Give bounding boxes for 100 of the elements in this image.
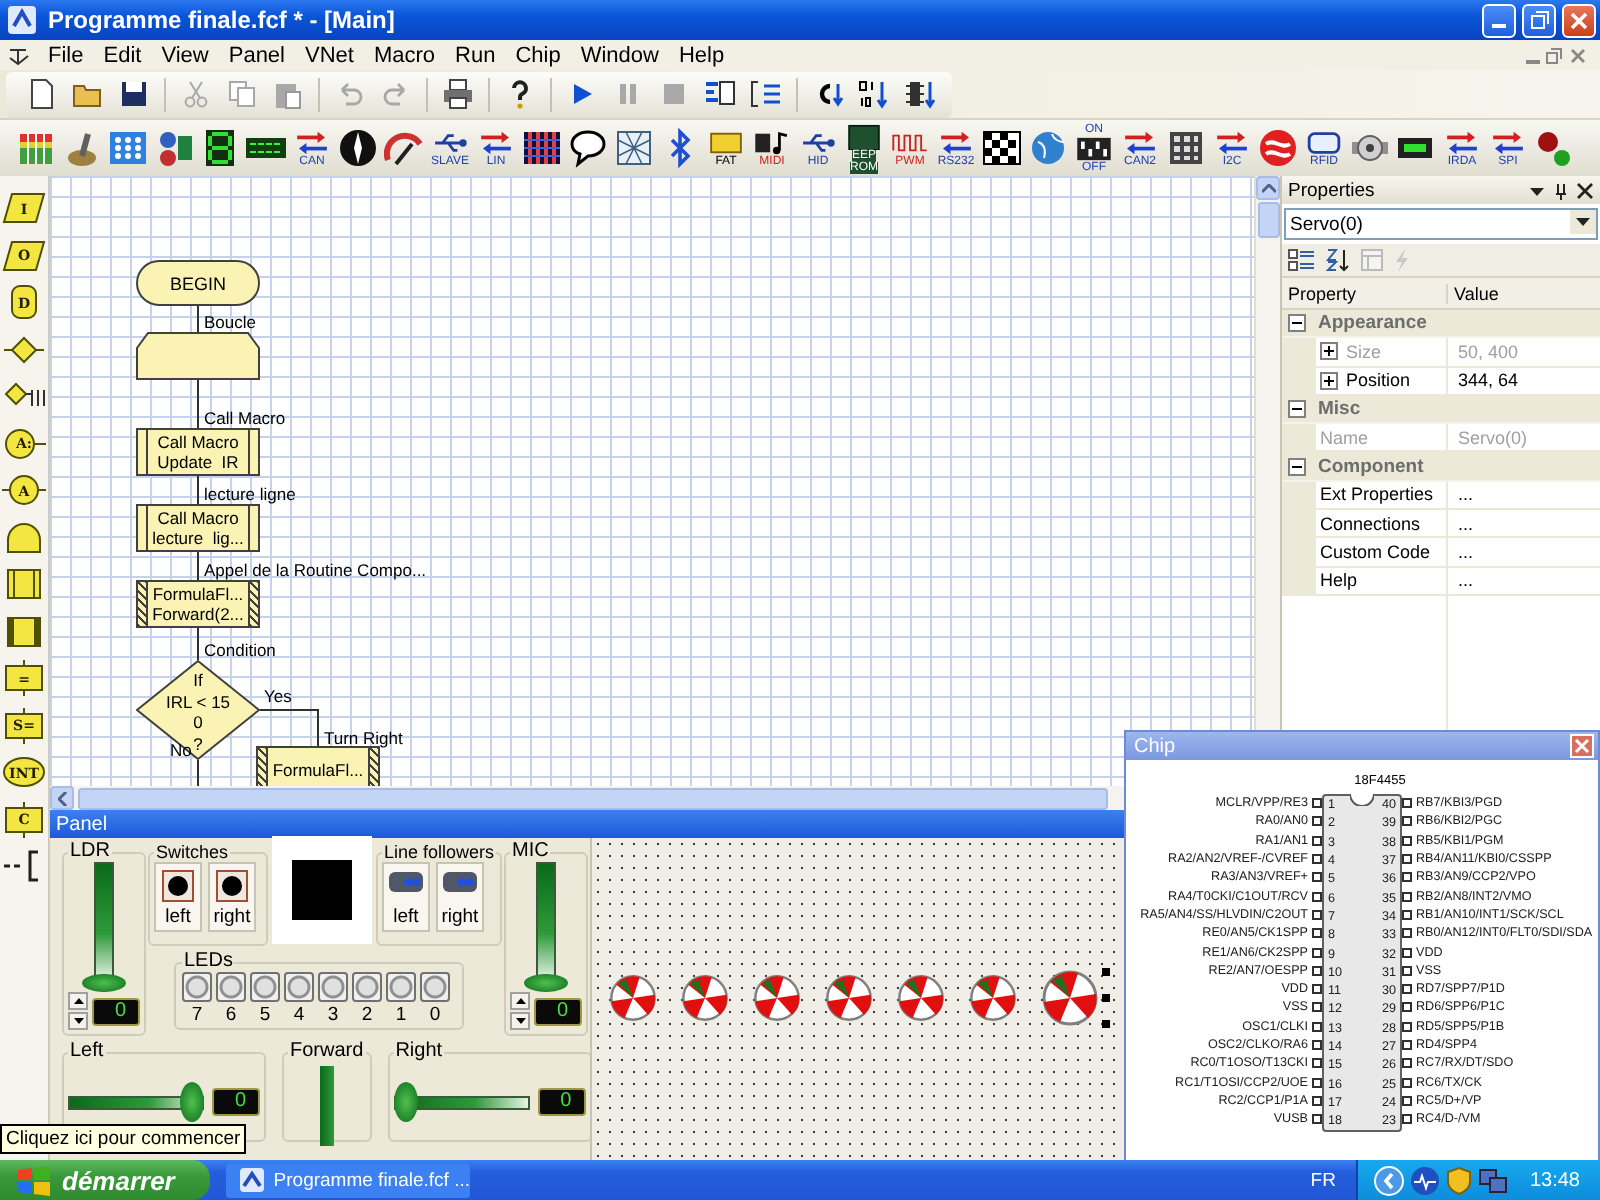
- round-logo-icon[interactable]: [1258, 128, 1298, 168]
- menu-item[interactable]: Chip: [505, 43, 571, 67]
- compass-icon[interactable]: [338, 128, 378, 168]
- bits-arrow-icon[interactable]: [858, 78, 890, 110]
- pin-icon[interactable]: [1552, 181, 1570, 199]
- taskbar-button[interactable]: Programme finale.fcf ...: [226, 1163, 470, 1197]
- slider-track[interactable]: [319, 1066, 334, 1146]
- step-into-icon[interactable]: [704, 78, 736, 110]
- minimize-icon[interactable]: [1526, 59, 1540, 63]
- led-grid-icon[interactable]: [108, 128, 148, 168]
- app-menu-icon[interactable]: [6, 43, 34, 67]
- restore-icon[interactable]: [1544, 45, 1564, 65]
- macro-node[interactable]: Call Macro Update IR: [136, 428, 260, 476]
- seven-segment-icon[interactable]: [200, 128, 240, 168]
- collapse-icon[interactable]: [1288, 457, 1306, 476]
- mesh-icon[interactable]: [614, 128, 654, 168]
- collapse-icon[interactable]: [1288, 314, 1306, 333]
- sensor-button[interactable]: left: [381, 862, 430, 932]
- minimize-icon: [1492, 24, 1506, 28]
- scroll-thumb[interactable]: [1257, 202, 1279, 238]
- menu-item[interactable]: Edit: [93, 43, 152, 67]
- close-button[interactable]: [1562, 3, 1596, 37]
- checkered-flag-icon[interactable]: [982, 128, 1022, 168]
- spin-up-button[interactable]: [68, 992, 88, 1010]
- menu-item[interactable]: Help: [668, 43, 735, 67]
- close-button[interactable]: [1570, 734, 1594, 758]
- menu-item[interactable]: Panel: [218, 43, 295, 67]
- slider-thumb[interactable]: [82, 974, 126, 992]
- spin-down-button[interactable]: [510, 1012, 530, 1030]
- macro-node[interactable]: Call Macro lecture lig...: [136, 504, 260, 552]
- wave-icon[interactable]: [1409, 1165, 1440, 1195]
- keypad-icon[interactable]: [1166, 128, 1206, 168]
- chip-arrow-icon[interactable]: [904, 78, 936, 110]
- menu-item[interactable]: VNet: [295, 43, 364, 67]
- minimize-button[interactable]: [1482, 3, 1516, 37]
- horizontal-slider[interactable]: [68, 1081, 204, 1121]
- sensor-icon[interactable]: [154, 128, 194, 168]
- scroll-up-button[interactable]: [1256, 176, 1280, 200]
- globe-icon[interactable]: [1028, 128, 1068, 168]
- spin-down-button[interactable]: [68, 1012, 88, 1030]
- toggle-switch-icon[interactable]: [62, 128, 102, 168]
- parallelogram-icon: [2, 190, 46, 227]
- shield-icon[interactable]: [1445, 1165, 1472, 1195]
- led-matrix-icon[interactable]: [522, 128, 562, 168]
- slider-thumb[interactable]: [180, 1081, 204, 1121]
- component-node[interactable]: FormulaFl...: [256, 746, 380, 786]
- property-row[interactable]: Help ...: [1282, 567, 1600, 596]
- categorized-icon[interactable]: [1288, 248, 1316, 272]
- language-indicator[interactable]: FR: [1310, 1169, 1336, 1191]
- property-value[interactable]: 344, 64: [1452, 370, 1519, 391]
- terminal-node[interactable]: BEGIN: [136, 260, 260, 306]
- printer-icon[interactable]: [442, 78, 474, 110]
- menu-item[interactable]: File: [38, 43, 94, 67]
- component-node[interactable]: FormulaFl... Forward(2...: [136, 580, 260, 628]
- collapse-icon[interactable]: [1288, 400, 1306, 419]
- group-header[interactable]: Appearance: [1282, 310, 1600, 339]
- sort-icon[interactable]: [1324, 248, 1352, 272]
- expand-icon[interactable]: [1320, 342, 1338, 361]
- group-header[interactable]: Misc: [1282, 395, 1600, 425]
- spin-up-button[interactable]: [510, 992, 530, 1010]
- vertical-slider[interactable]: [524, 862, 568, 990]
- property-name: Name: [1320, 427, 1369, 448]
- vertical-slider[interactable]: [82, 862, 126, 990]
- menu-item[interactable]: Macro: [363, 43, 446, 67]
- horizontal-slider[interactable]: [393, 1081, 530, 1121]
- menu-item[interactable]: View: [151, 43, 219, 67]
- switch-button[interactable]: left: [154, 862, 202, 932]
- object-dropdown[interactable]: Servo(0): [1284, 208, 1598, 240]
- property-row[interactable]: Ext Properties ...: [1282, 481, 1600, 511]
- close-icon[interactable]: [1576, 181, 1594, 199]
- slider-thumb[interactable]: [524, 974, 568, 992]
- switch-button[interactable]: right: [208, 862, 256, 932]
- led-icon[interactable]: [1534, 128, 1574, 168]
- step-over-icon[interactable]: [750, 78, 782, 110]
- caret-down-icon: [515, 1018, 525, 1024]
- property-value[interactable]: ...: [1452, 542, 1474, 563]
- menu-item[interactable]: Window: [570, 43, 669, 67]
- property-row[interactable]: Custom Code ...: [1282, 538, 1600, 568]
- sensor-button[interactable]: right: [435, 862, 484, 932]
- new-document-icon[interactable]: [26, 78, 58, 110]
- speech-bubble-icon[interactable]: [568, 128, 608, 168]
- group-header[interactable]: Component: [1282, 452, 1600, 482]
- property-value[interactable]: ...: [1452, 513, 1474, 534]
- loop-node[interactable]: [136, 332, 260, 380]
- start-button[interactable]: démarrer: [0, 1160, 210, 1200]
- gauge-icon[interactable]: [384, 128, 424, 168]
- servo-wheel-icon[interactable]: [1040, 966, 1112, 1030]
- chevron-left-icon[interactable]: [1373, 1165, 1404, 1195]
- arrows-icon: [476, 129, 516, 155]
- network-icon[interactable]: [1477, 1165, 1508, 1195]
- property-row[interactable]: Connections ...: [1282, 510, 1600, 539]
- expand-icon[interactable]: [1320, 371, 1338, 390]
- restore-button[interactable]: [1522, 3, 1556, 37]
- slider-thumb[interactable]: [393, 1081, 418, 1121]
- scroll-left-button[interactable]: [50, 786, 74, 810]
- property-value[interactable]: ...: [1452, 570, 1474, 591]
- menu-item[interactable]: Run: [445, 43, 506, 67]
- property-row[interactable]: Position 344, 64: [1282, 367, 1600, 396]
- bar-graph-icon[interactable]: [16, 128, 56, 168]
- property-value[interactable]: ...: [1452, 484, 1474, 505]
